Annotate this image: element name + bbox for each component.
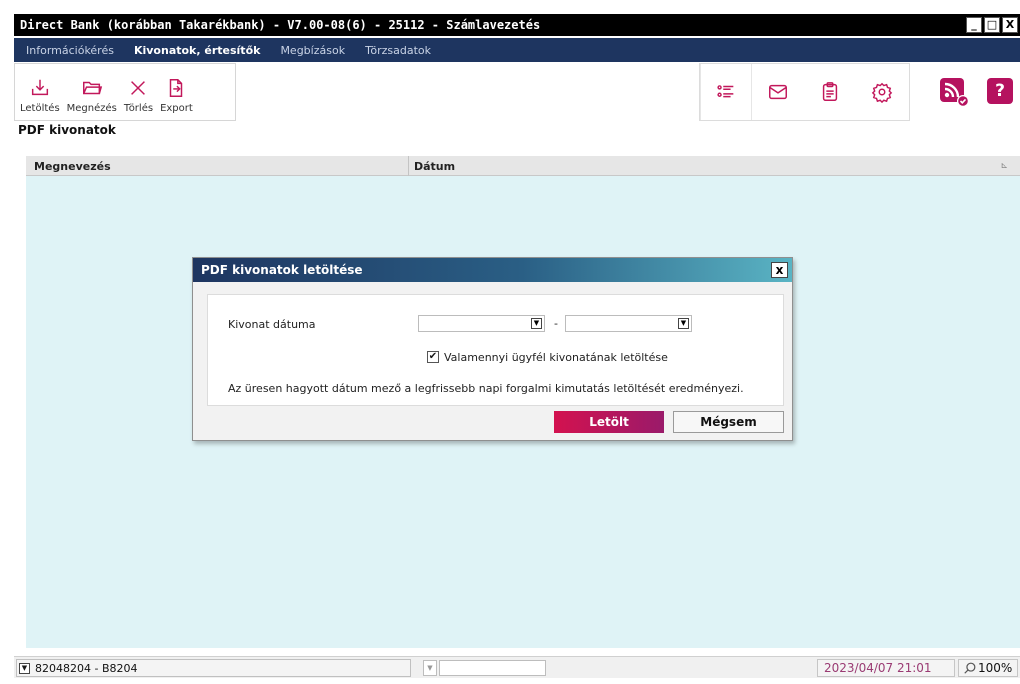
- column-divider[interactable]: [408, 156, 409, 176]
- export-file-icon: [170, 79, 183, 97]
- info-text: Az üresen hagyott dátum mező a legfrisse…: [228, 382, 744, 395]
- window-title: Direct Bank (korábban Takarékbank) - V7.…: [20, 18, 541, 32]
- mail-icon: [769, 84, 787, 100]
- chevron-down-icon[interactable]: ▼: [678, 318, 689, 329]
- date-separator: -: [554, 317, 558, 330]
- menu-item-torzsadatok[interactable]: Törzsadatok: [365, 44, 431, 57]
- delete-label: Törlés: [123, 103, 154, 114]
- download-icon: [31, 79, 48, 96]
- section-title: PDF kivonatok: [18, 123, 116, 137]
- export-button[interactable]: Export: [160, 77, 193, 114]
- window-controls: _ □ X: [966, 17, 1018, 33]
- date-from-combo[interactable]: ▼: [418, 315, 545, 332]
- clipboard-icon: [822, 82, 838, 101]
- settings-button[interactable]: [856, 64, 908, 120]
- window-titlebar: Direct Bank (korábban Takarékbank) - V7.…: [14, 14, 1020, 36]
- sort-icon[interactable]: ⊾: [1000, 161, 1008, 171]
- messages-button[interactable]: [752, 64, 804, 120]
- cancel-button[interactable]: Mégsem: [673, 411, 784, 433]
- rss-check-icon: [940, 78, 969, 107]
- export-label: Export: [160, 103, 193, 114]
- list-view-button[interactable]: [700, 64, 752, 120]
- view-button[interactable]: Megnézés: [67, 77, 117, 114]
- pdf-download-dialog: PDF kivonatok letöltése x Kivonat dátuma…: [192, 257, 793, 441]
- maximize-button[interactable]: □: [984, 17, 1000, 33]
- date-to-combo[interactable]: ▼: [565, 315, 692, 332]
- view-switcher: [699, 63, 910, 121]
- delete-button[interactable]: Törlés: [124, 77, 153, 114]
- download-label: Letöltés: [20, 103, 60, 114]
- close-icon: [131, 81, 146, 95]
- list-icon: [717, 85, 734, 98]
- chevron-down-icon[interactable]: ▼: [531, 318, 542, 329]
- help-button[interactable]: ?: [987, 78, 1013, 104]
- all-clients-checkbox[interactable]: ✔: [427, 351, 439, 363]
- all-clients-label[interactable]: Valamennyi ügyfél kivonatának letöltése: [444, 351, 668, 364]
- statement-date-label: Kivonat dátuma: [228, 318, 316, 331]
- column-header-date[interactable]: Dátum: [414, 160, 455, 173]
- minimize-button[interactable]: _: [966, 17, 982, 33]
- account-selector[interactable]: ▼ 82048204 - B8204: [16, 659, 411, 677]
- status-datetime: 2023/04/07 21:01: [817, 659, 955, 677]
- action-toolbar: Letöltés Megnézés Törlés Export: [14, 63, 236, 121]
- chevron-down-icon[interactable]: ▼: [19, 663, 30, 674]
- zoom-value: 100%: [978, 661, 1013, 675]
- download-button[interactable]: Letöltés: [20, 77, 60, 114]
- settings-icon: [871, 82, 893, 103]
- clipboard-button[interactable]: [804, 64, 856, 120]
- close-window-button[interactable]: X: [1002, 17, 1018, 33]
- dialog-title: PDF kivonatok letöltése: [201, 263, 363, 277]
- dialog-form-panel: Kivonat dátuma ▼ - ▼ ✔ Valamennyi ügyfél…: [207, 294, 784, 406]
- download-submit-button[interactable]: Letölt: [554, 411, 664, 433]
- dialog-titlebar: PDF kivonatok letöltése x: [193, 258, 792, 282]
- main-menu: Információkérés Kivonatok, értesítők Meg…: [14, 38, 1020, 62]
- column-header-name[interactable]: Megnevezés: [34, 160, 111, 173]
- zoom-control[interactable]: 100%: [958, 659, 1018, 677]
- account-value: 82048204 - B8204: [35, 662, 138, 675]
- grid-header: Megnevezés Dátum ⊾: [26, 156, 1020, 176]
- menu-item-megbizasok[interactable]: Megbízások: [280, 44, 345, 57]
- menu-item-kivonatok[interactable]: Kivonatok, értesítők: [134, 44, 260, 57]
- status-input-field[interactable]: [439, 660, 546, 676]
- dialog-close-button[interactable]: x: [771, 262, 788, 278]
- status-bar: ▼ 82048204 - B8204 ▼ 2023/04/07 21:01 10…: [14, 656, 1020, 678]
- rss-button[interactable]: [940, 78, 970, 108]
- view-label: Megnézés: [66, 103, 117, 114]
- menu-item-informaciokeres[interactable]: Információkérés: [26, 44, 114, 57]
- chevron-down-icon[interactable]: ▼: [423, 660, 437, 676]
- folder-open-icon: [82, 81, 102, 95]
- zoom-icon: [964, 662, 976, 674]
